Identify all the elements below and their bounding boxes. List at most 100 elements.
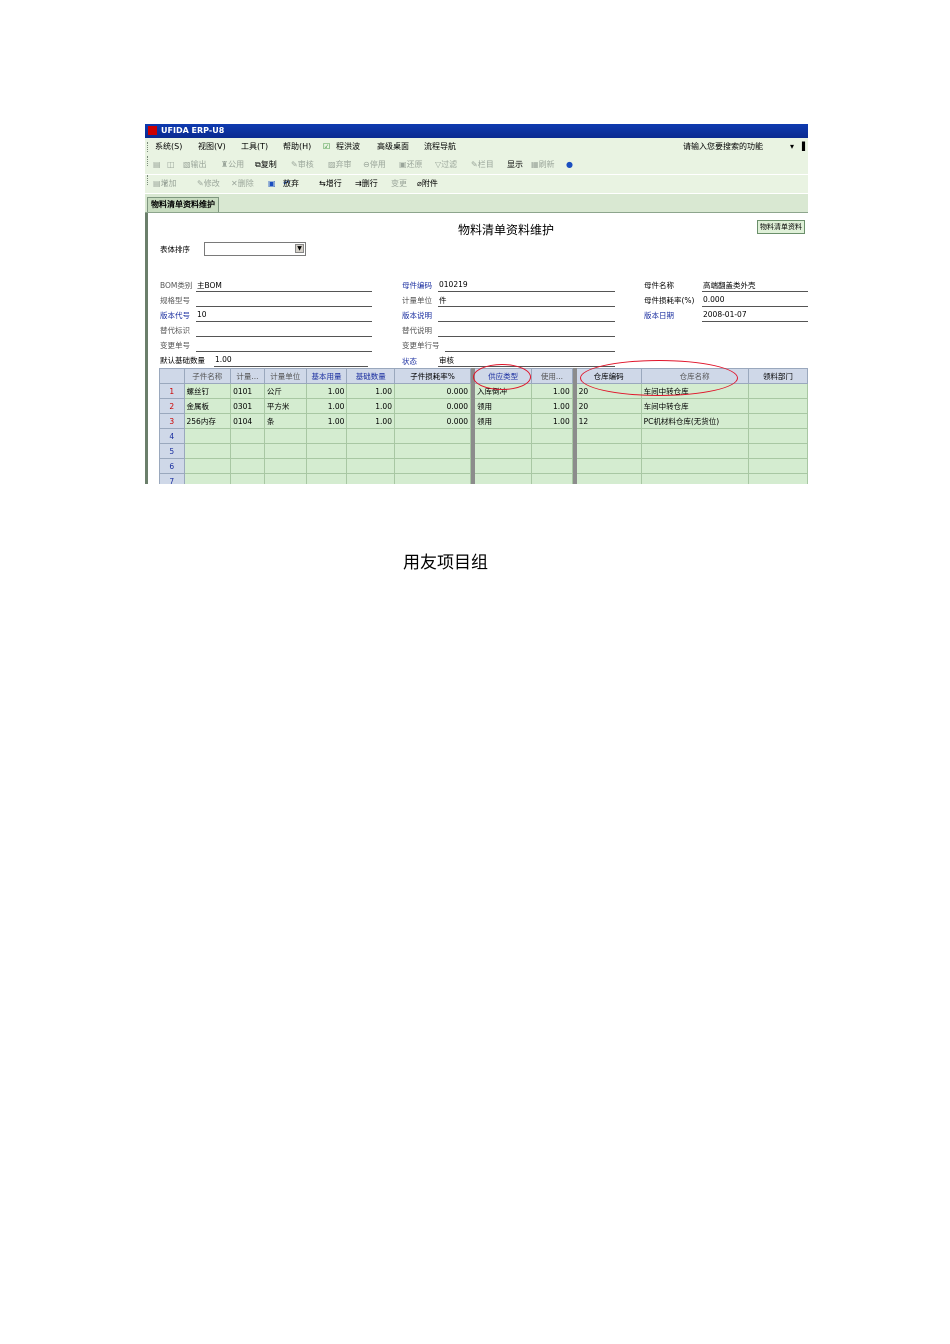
cell-usage[interactable] <box>531 428 573 444</box>
cell-warehouse-name[interactable]: 车间中转仓库 <box>640 398 749 414</box>
cell-child-name[interactable]: 金属板 <box>183 398 232 414</box>
cell-supply-type[interactable]: 领用 <box>473 398 533 414</box>
default-base-qty-field[interactable] <box>214 366 368 367</box>
col-header-base-usage[interactable]: 基本用量 <box>305 368 348 384</box>
spec-field[interactable] <box>196 306 372 307</box>
cell-base-qty[interactable] <box>346 473 395 484</box>
bom-type-value[interactable]: 主BOM <box>197 280 222 291</box>
cell-base-usage[interactable]: 1.00 <box>305 383 348 399</box>
version-date-value[interactable]: 2008-01-07 <box>703 310 747 319</box>
preview-icon[interactable]: ◫ <box>167 156 175 174</box>
cell-child-name[interactable]: 256内存 <box>183 413 232 429</box>
change-no-field[interactable] <box>196 351 372 352</box>
change-button[interactable]: 变更 <box>391 175 407 193</box>
filter-button[interactable]: ▽ 过滤 <box>435 156 457 174</box>
cell-child-name[interactable]: 螺丝钉 <box>183 383 232 399</box>
cell-warehouse-code[interactable] <box>575 428 642 444</box>
cell-warehouse-name[interactable] <box>640 428 749 444</box>
add-row-button[interactable]: ⇆ 增行 <box>319 175 342 193</box>
col-header-usage[interactable]: 使用... <box>531 368 573 384</box>
version-date-field[interactable] <box>702 321 808 322</box>
save-icon[interactable]: ▣ <box>268 175 276 193</box>
table-row[interactable]: 7 <box>159 473 808 484</box>
menu-view[interactable]: 视图(V) <box>198 138 226 156</box>
cell-unit[interactable] <box>263 458 307 474</box>
menu-system[interactable]: 系统(S) <box>155 138 182 156</box>
delete-row-button[interactable]: ⇉ 删行 <box>355 175 378 193</box>
row-number[interactable]: 2 <box>159 398 185 414</box>
cell-warehouse-name[interactable] <box>640 458 749 474</box>
show-button[interactable]: 显示 <box>507 156 523 174</box>
cell-usage[interactable]: 1.00 <box>531 413 573 429</box>
alt-flag-field[interactable] <box>196 336 372 337</box>
cell-usage[interactable]: 1.00 <box>531 383 573 399</box>
col-header-unit[interactable]: 计量单位 <box>263 368 307 384</box>
cell-base-usage[interactable] <box>305 443 348 459</box>
export-button[interactable]: ▧ 输出 <box>183 156 207 174</box>
cell-base-usage[interactable] <box>305 428 348 444</box>
cell-base-qty[interactable]: 1.00 <box>346 383 395 399</box>
cell-issue-dept[interactable] <box>747 383 808 399</box>
cell-base-usage[interactable]: 1.00 <box>305 413 348 429</box>
cell-base-usage[interactable] <box>305 458 348 474</box>
row-number[interactable]: 7 <box>159 473 185 484</box>
version-code-value[interactable]: 10 <box>197 310 207 319</box>
add-button[interactable]: ▤ 增加 ▾ <box>153 175 177 193</box>
cell-usage[interactable] <box>531 458 573 474</box>
delete-button[interactable]: ✕ 删除 <box>231 175 254 193</box>
unit-value[interactable]: 件 <box>439 295 447 306</box>
toolbar-grip-icon[interactable] <box>147 156 150 166</box>
cell-child-loss-rate[interactable]: 0.000 <box>393 383 472 399</box>
menu-help[interactable]: 帮助(H) <box>283 138 311 156</box>
default-base-qty-value[interactable]: 1.00 <box>215 355 232 364</box>
cell-warehouse-code[interactable]: 12 <box>575 413 642 429</box>
table-row[interactable]: 6 <box>159 458 808 474</box>
cell-unit-group[interactable] <box>230 443 265 459</box>
menu-tools[interactable]: 工具(T) <box>241 138 268 156</box>
disable-button[interactable]: ⊖ 停用 <box>363 156 386 174</box>
cell-supply-type[interactable]: 领用 <box>473 413 533 429</box>
help-icon[interactable]: ● <box>566 156 573 174</box>
search-dropdown-icon[interactable]: ▾ <box>790 138 794 156</box>
public-button[interactable]: ♜ 公用 <box>221 156 244 174</box>
parent-code-field[interactable] <box>438 291 615 292</box>
parent-code-value[interactable]: 010219 <box>439 280 468 289</box>
loss-rate-field[interactable] <box>702 306 808 307</box>
cell-issue-dept[interactable] <box>747 458 808 474</box>
cell-child-name[interactable] <box>183 473 232 484</box>
cell-base-qty[interactable]: 1.00 <box>346 413 395 429</box>
col-header-child-loss-rate[interactable]: 子件损耗率% <box>393 368 472 384</box>
menu-process-nav[interactable]: 流程导航 <box>424 138 456 156</box>
refresh-button[interactable]: ▦ 刷新 <box>531 156 555 174</box>
cell-unit-group[interactable] <box>230 473 265 484</box>
loss-rate-value[interactable]: 0.000 <box>703 295 724 304</box>
row-number[interactable]: 1 <box>159 383 185 399</box>
col-header-child-name[interactable]: 子件名称 <box>183 368 232 384</box>
toolbar2-grip-icon[interactable] <box>147 175 150 185</box>
bom-type-field[interactable] <box>196 291 372 292</box>
cell-base-qty[interactable] <box>346 458 395 474</box>
table-row[interactable]: 2 金属板 0301 平方米 1.00 1.00 0.000 领用 1.00 2… <box>159 398 808 414</box>
search-go-icon[interactable]: ▌ <box>802 138 808 156</box>
cell-unit-group[interactable]: 0104 <box>230 413 265 429</box>
row-number[interactable]: 5 <box>159 443 185 459</box>
cell-unit-group[interactable] <box>230 458 265 474</box>
cell-issue-dept[interactable] <box>747 443 808 459</box>
tab-bom-maintenance[interactable]: 物料清单资料维护 <box>147 197 219 212</box>
cell-unit[interactable] <box>263 473 307 484</box>
cell-unit[interactable] <box>263 428 307 444</box>
cell-unit[interactable]: 条 <box>263 413 307 429</box>
cell-warehouse-code[interactable] <box>575 458 642 474</box>
attach-button[interactable]: ⌀ 附件 <box>417 175 438 193</box>
cell-base-qty[interactable] <box>346 428 395 444</box>
version-code-field[interactable] <box>196 321 372 322</box>
columns-button[interactable]: ✎ 栏目 <box>471 156 494 174</box>
cell-supply-type[interactable] <box>473 473 533 484</box>
copy-button[interactable]: ⧉ 复制 <box>255 156 277 174</box>
row-number[interactable]: 3 <box>159 413 185 429</box>
cell-supply-type[interactable] <box>473 458 533 474</box>
version-desc-field[interactable] <box>438 321 615 322</box>
table-row[interactable]: 4 <box>159 428 808 444</box>
cell-usage[interactable] <box>531 473 573 484</box>
col-header-issue-dept[interactable]: 领料部门 <box>747 368 808 384</box>
